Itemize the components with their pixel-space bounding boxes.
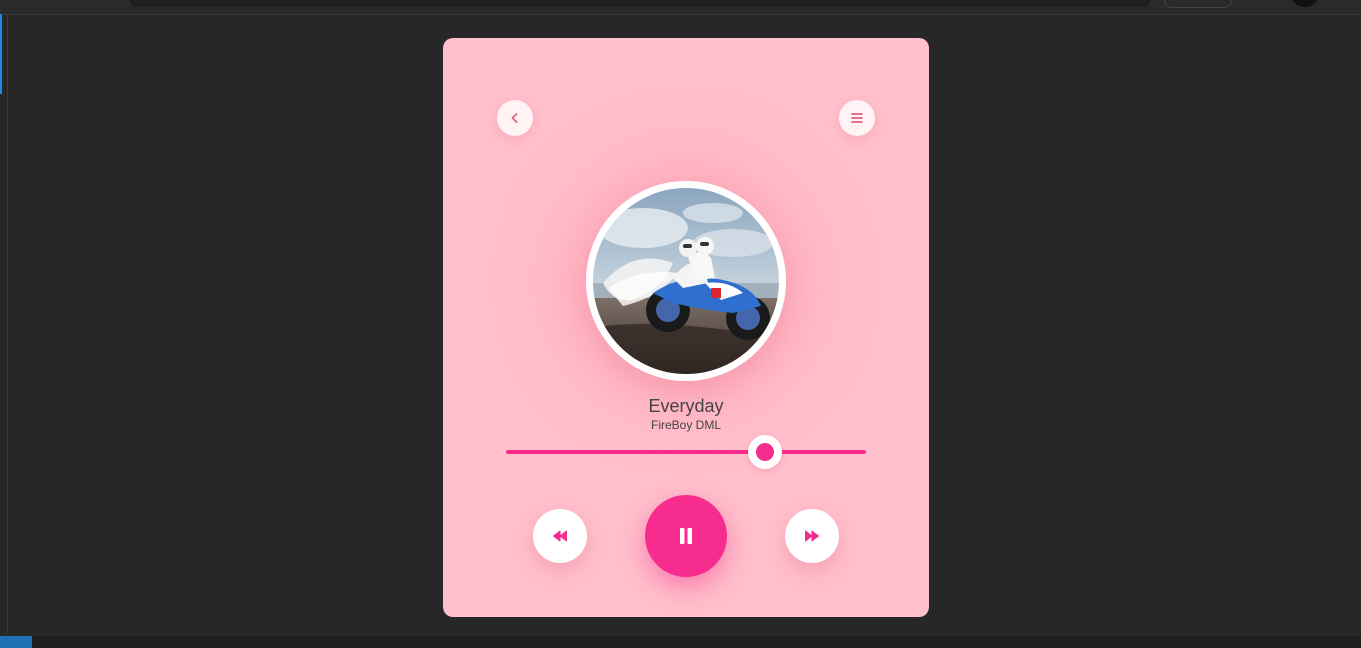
editor-search-bar[interactable]: [130, 0, 1150, 7]
progress-thumb-dot: [756, 443, 775, 461]
editor-top-button[interactable]: [1164, 0, 1232, 8]
next-button[interactable]: [785, 509, 839, 563]
play-pause-button[interactable]: [645, 495, 727, 577]
hamburger-menu-icon: [851, 113, 863, 123]
account-avatar[interactable]: [1290, 0, 1320, 7]
previous-button[interactable]: [533, 509, 587, 563]
back-button[interactable]: [497, 100, 533, 136]
progress-bar[interactable]: [506, 435, 866, 469]
activity-bar-indicator: [0, 14, 2, 94]
music-player-card: Everyday FireBoy DML: [443, 38, 929, 617]
chevron-left-icon: [511, 113, 518, 123]
editor-top-bar: [0, 0, 1361, 15]
remote-indicator[interactable]: [0, 636, 32, 648]
album-art-image: [593, 188, 779, 374]
fast-forward-icon: [805, 530, 819, 542]
artist-name: FireBoy DML: [650, 418, 721, 432]
album-art-illustration: [593, 188, 779, 374]
status-bar: [0, 636, 1361, 648]
progress-thumb[interactable]: [748, 435, 783, 469]
pause-icon: [680, 528, 692, 544]
song-title: Everyday: [648, 396, 724, 416]
rewind-icon: [553, 530, 567, 542]
album-art-disc: [586, 181, 786, 381]
menu-button[interactable]: [839, 100, 875, 136]
editor-frame-divider: [7, 14, 8, 634]
